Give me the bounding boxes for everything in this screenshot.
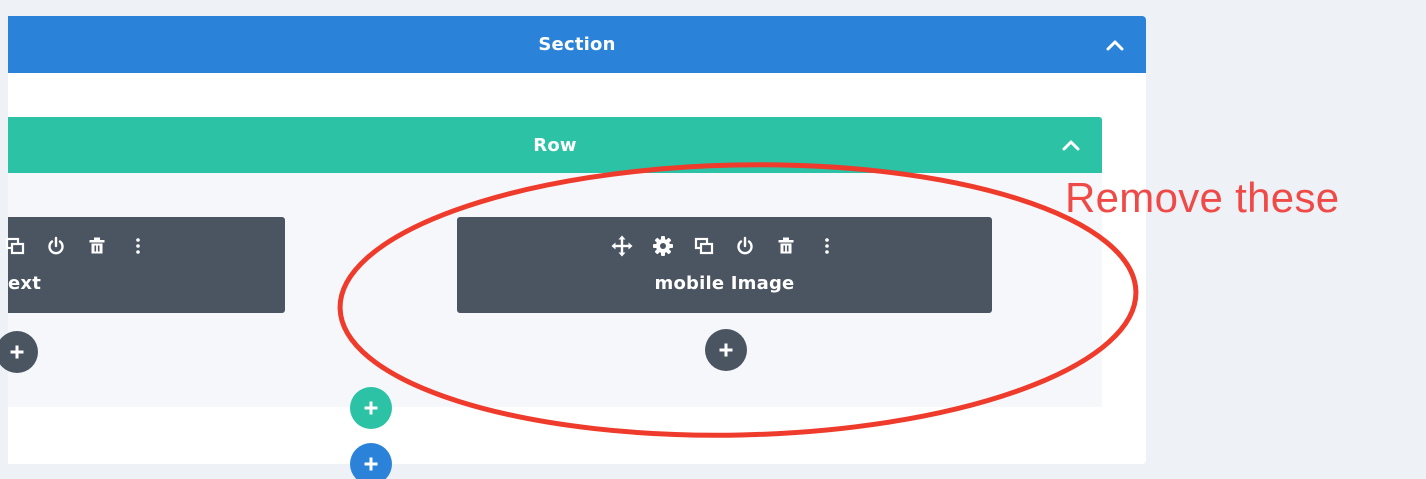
- module-label: ext: [8, 273, 42, 294]
- plus-icon: [10, 345, 24, 359]
- annotation-text: Remove these: [1065, 174, 1340, 221]
- module-label: mobile Image: [654, 273, 795, 294]
- plus-icon: [719, 343, 733, 357]
- plus-icon: [364, 457, 378, 471]
- row-header-bar[interactable]: Row: [8, 117, 1102, 173]
- row-title: Row: [533, 134, 577, 156]
- more-icon[interactable]: [127, 235, 149, 257]
- plus-icon: [364, 401, 378, 415]
- module-mobile-image[interactable]: mobile Image: [457, 217, 992, 313]
- section-header-bar[interactable]: Section: [8, 16, 1146, 73]
- add-module-button[interactable]: [705, 329, 747, 371]
- section-title: Section: [538, 34, 616, 55]
- chevron-up-icon[interactable]: [1062, 139, 1080, 151]
- trash-icon[interactable]: [86, 235, 108, 257]
- trash-icon[interactable]: [775, 235, 797, 257]
- builder-canvas: Section Row ext mobile Image Remove thes…: [0, 0, 1426, 479]
- module-toolbar: [4, 235, 149, 257]
- duplicate-icon[interactable]: [693, 235, 715, 257]
- module-toolbar: [457, 235, 992, 257]
- settings-icon[interactable]: [652, 235, 674, 257]
- add-section-button[interactable]: [350, 443, 392, 479]
- add-row-button[interactable]: [350, 387, 392, 429]
- power-icon[interactable]: [45, 235, 67, 257]
- chevron-up-icon[interactable]: [1106, 39, 1124, 51]
- power-icon[interactable]: [734, 235, 756, 257]
- duplicate-icon[interactable]: [4, 235, 26, 257]
- module-text[interactable]: ext: [5, 217, 285, 313]
- move-icon[interactable]: [611, 235, 633, 257]
- more-icon[interactable]: [816, 235, 838, 257]
